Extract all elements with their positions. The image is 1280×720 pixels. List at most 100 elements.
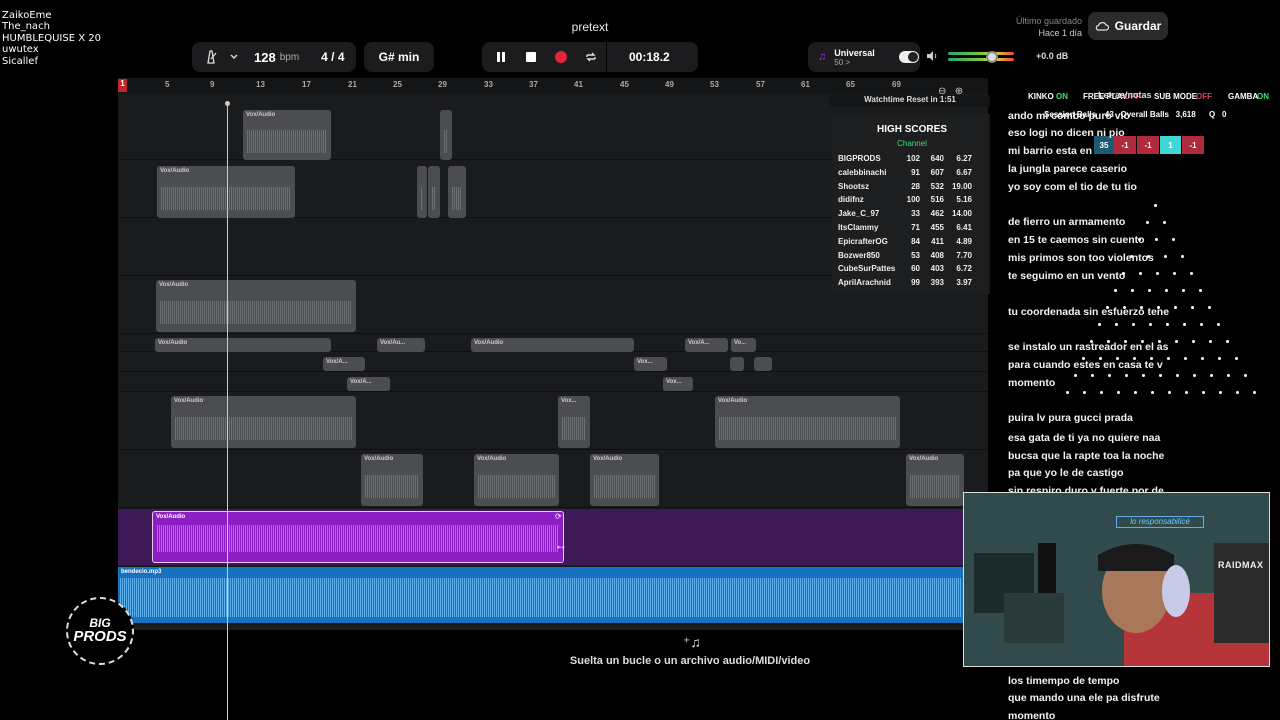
clip-label: Vox...: [666, 379, 682, 385]
playhead[interactable]: [227, 104, 228, 720]
audio-clip[interactable]: Vox/A...: [685, 338, 728, 352]
track-lane[interactable]: [118, 352, 988, 372]
last-saved-time: Hace 1 día: [1038, 28, 1082, 38]
record-button[interactable]: [546, 50, 576, 64]
dot: [1142, 374, 1145, 377]
timeline-ruler[interactable]: [118, 78, 988, 94]
project-title[interactable]: pretext: [540, 20, 640, 34]
clip-label: Vox/Audio: [156, 514, 186, 520]
ruler-first-bar[interactable]: 1: [118, 79, 127, 92]
score-cell: 99: [911, 278, 920, 288]
dot: [1202, 391, 1205, 394]
score-cell: 91: [911, 167, 920, 177]
universal-toggle[interactable]: [898, 51, 919, 63]
key-selector[interactable]: G# min: [364, 42, 434, 72]
audio-clip[interactable]: Vox/A...: [323, 357, 365, 371]
audio-clip[interactable]: Vox/Audio: [474, 454, 559, 506]
dot: [1172, 238, 1175, 241]
universal-toggle-group: ♫ Universal 50 >: [808, 42, 920, 72]
audio-clip[interactable]: Vox/Au...: [377, 338, 425, 352]
score-cell: 7.70: [956, 250, 972, 260]
save-button-label: Guardar: [1114, 19, 1162, 33]
clip-label: Vox/Audio: [718, 398, 748, 404]
audio-clip[interactable]: Vox...: [663, 377, 693, 391]
music-note-icon: ♫: [818, 51, 827, 63]
audio-clip[interactable]: Vox/A...: [347, 377, 390, 391]
score-cell: 403: [930, 264, 944, 274]
dot: [1193, 374, 1196, 377]
score-cell: 607: [930, 167, 944, 177]
ruler-tick: 65: [846, 80, 855, 89]
lyric-line: te seguimo en un vento: [1008, 270, 1126, 282]
score-cell: 3.97: [956, 278, 972, 288]
time-readout: 00:18.2: [629, 50, 670, 64]
volume-db: +0.0 dB: [1036, 51, 1069, 61]
audio-clip[interactable]: Vox/Audio: [155, 338, 331, 352]
high-score-row: CubeSurPattes 60 403 6.72: [838, 264, 986, 273]
lyric-line: ando mi combo puro vio: [1008, 110, 1130, 122]
speaker-icon[interactable]: [926, 50, 938, 65]
audio-clip[interactable]: Vox...: [558, 396, 590, 448]
submode-state: OFF: [1196, 92, 1212, 101]
dot: [1227, 374, 1230, 377]
dot: [1091, 374, 1094, 377]
audio-clip[interactable]: Vox/Audio: [715, 396, 900, 448]
audio-clip[interactable]: Vox/Audio: [590, 454, 659, 506]
audio-clip[interactable]: Vox/Audio: [471, 338, 634, 352]
audio-clip[interactable]: Vox/Audio: [171, 396, 356, 448]
kinko-label: KINKO: [1028, 92, 1054, 101]
logo-line-2: PRODS: [73, 628, 127, 645]
ruler-tick: 9: [210, 80, 215, 89]
tempo-unit: bpm: [279, 51, 300, 63]
time-signature[interactable]: 4 / 4: [321, 50, 344, 64]
high-scores-title: HIGH SCORES: [876, 124, 947, 135]
loop-handle-icon[interactable]: ⟳: [555, 512, 562, 521]
audio-clip[interactable]: [754, 357, 772, 371]
dot: [1146, 221, 1149, 224]
stop-button[interactable]: [516, 51, 546, 63]
audio-clip[interactable]: [448, 166, 466, 218]
dot: [1151, 391, 1154, 394]
audio-track-bendecio[interactable]: [118, 567, 964, 623]
dot: [1168, 391, 1171, 394]
zoom-in-icon[interactable]: ⊕: [955, 86, 963, 97]
audio-clip[interactable]: Vox/Audio: [361, 454, 423, 506]
universal-label: Universal: [834, 47, 875, 58]
audio-clip[interactable]: Vox/Audio: [156, 280, 356, 332]
volume-knob[interactable]: [986, 51, 998, 63]
chevron-down-icon[interactable]: [226, 52, 242, 62]
tempo-value[interactable]: 128: [254, 50, 276, 65]
chat-name: ZaikoEme: [2, 10, 52, 21]
clip-label: Vox/Audio: [477, 456, 507, 462]
track-file-label: bendecio.mp3: [121, 569, 162, 575]
audio-clip[interactable]: [730, 357, 744, 371]
dot: [1164, 255, 1167, 258]
volume-slider[interactable]: [948, 52, 1014, 62]
audio-clip[interactable]: Vox...: [634, 357, 667, 371]
selected-audio-clip[interactable]: Vox/Audio: [152, 511, 564, 563]
dot: [1253, 391, 1256, 394]
lyric-line: mi barrio esta en: [1008, 145, 1093, 157]
save-button[interactable]: Guardar: [1088, 12, 1168, 40]
audio-clip[interactable]: Vox/Audio: [243, 110, 331, 160]
metronome-icon[interactable]: [196, 50, 226, 64]
universal-sub[interactable]: 50 >: [834, 58, 875, 67]
ruler-tick: 25: [393, 80, 402, 89]
drop-zone[interactable]: [128, 628, 988, 676]
loop-icon[interactable]: [576, 50, 606, 64]
pause-button[interactable]: [486, 51, 516, 63]
playhead-handle[interactable]: [225, 101, 230, 106]
dot: [1131, 289, 1134, 292]
audio-clip[interactable]: [428, 166, 440, 218]
zoom-out-icon[interactable]: ⊖: [938, 86, 946, 97]
dot: [1174, 306, 1177, 309]
audio-clip[interactable]: [417, 166, 427, 218]
audio-clip[interactable]: [440, 110, 452, 160]
track-lane[interactable]: [118, 372, 988, 392]
audio-clip[interactable]: Vox/Audio: [157, 166, 295, 218]
ruler-tick: 17: [302, 80, 311, 89]
audio-clip[interactable]: Vox/Audio: [906, 454, 964, 506]
audio-clip[interactable]: Vo...: [731, 338, 756, 352]
ruler-tick: 41: [574, 80, 583, 89]
lyric-line: pa que yo le de castigo: [1008, 467, 1124, 479]
